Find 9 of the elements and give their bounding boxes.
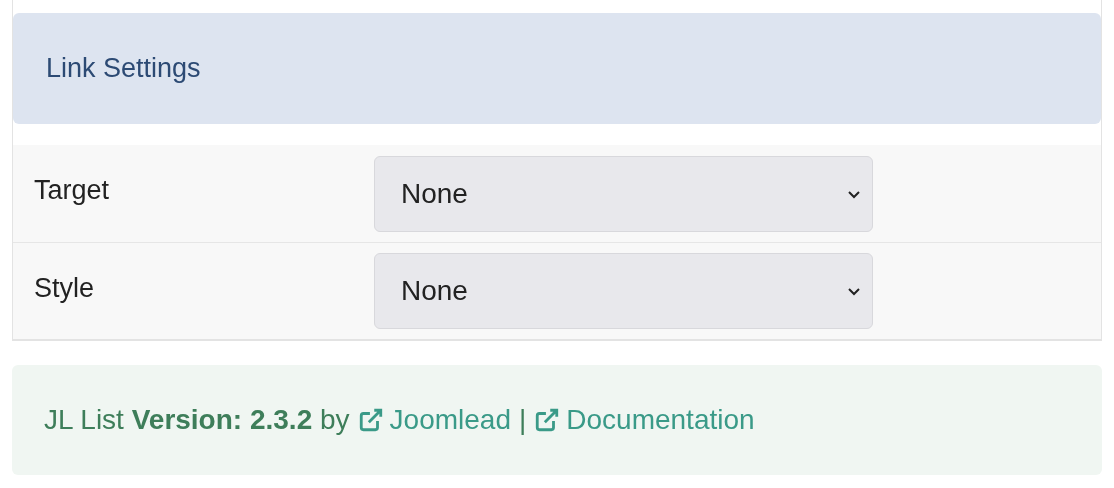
select-field[interactable]: None: [374, 155, 873, 232]
separator-text: |: [519, 403, 527, 437]
external-link-icon: [534, 407, 561, 433]
section-title: Link Settings: [46, 52, 201, 86]
field-label: Target: [34, 174, 111, 208]
field-label: Style: [34, 271, 96, 305]
select-field[interactable]: None: [374, 253, 873, 329]
external-link-icon: [357, 407, 384, 433]
credit-text: JL List Version: 2.3.2 by: [44, 403, 350, 437]
